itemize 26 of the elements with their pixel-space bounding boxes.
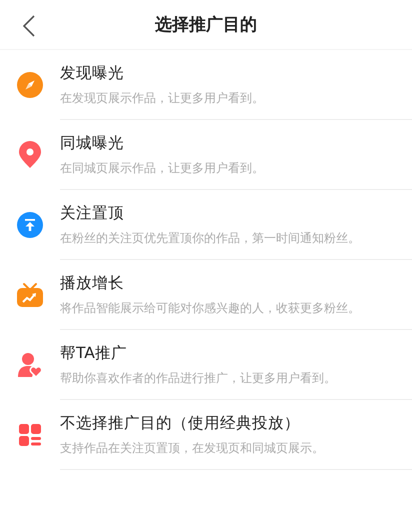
option-title: 发现曝光 xyxy=(60,62,125,84)
option-title: 帮TA推广 xyxy=(60,342,128,364)
option-description: 将作品智能展示给可能对你感兴趣的人，收获更多粉丝。 xyxy=(60,300,361,316)
promotion-option[interactable]: 帮TA推广 帮助你喜欢作者的作品进行推广，让更多用户看到。 xyxy=(0,330,412,400)
back-icon[interactable] xyxy=(22,14,36,38)
tv-icon xyxy=(16,282,44,308)
promotion-option[interactable]: 发现曝光 在发现页展示作品，让更多用户看到。 xyxy=(0,50,412,120)
promotion-option[interactable]: 同城曝光 在同城页展示作品，让更多用户看到。 xyxy=(0,120,412,190)
option-description: 在发现页展示作品，让更多用户看到。 xyxy=(60,90,265,106)
grid-icon xyxy=(18,423,42,447)
option-description: 在粉丝的关注页优先置顶你的作品，第一时间通知粉丝。 xyxy=(60,230,361,246)
option-description: 在同城页展示作品，让更多用户看到。 xyxy=(60,160,265,176)
option-title: 同城曝光 xyxy=(60,132,125,154)
promotion-option[interactable]: 播放增长 将作品智能展示给可能对你感兴趣的人，收获更多粉丝。 xyxy=(0,260,412,330)
page-title: 选择推广目的 xyxy=(155,14,257,36)
promotion-option[interactable]: 关注置顶 在粉丝的关注页优先置顶你的作品，第一时间通知粉丝。 xyxy=(0,190,412,260)
option-title: 播放增长 xyxy=(60,272,125,294)
option-title: 关注置顶 xyxy=(60,202,125,224)
person-heart-icon xyxy=(17,352,43,378)
pin-to-top-icon xyxy=(17,212,43,238)
location-pin-icon xyxy=(18,141,42,169)
option-title: 不选择推广目的（使用经典投放） xyxy=(60,412,301,434)
compass-icon xyxy=(17,72,43,98)
option-description: 支持作品在关注页置顶，在发现页和同城页展示。 xyxy=(60,440,325,456)
option-description: 帮助你喜欢作者的作品进行推广，让更多用户看到。 xyxy=(60,370,337,386)
promotion-option[interactable]: 不选择推广目的（使用经典投放） 支持作品在关注页置顶，在发现页和同城页展示。 xyxy=(0,400,412,470)
